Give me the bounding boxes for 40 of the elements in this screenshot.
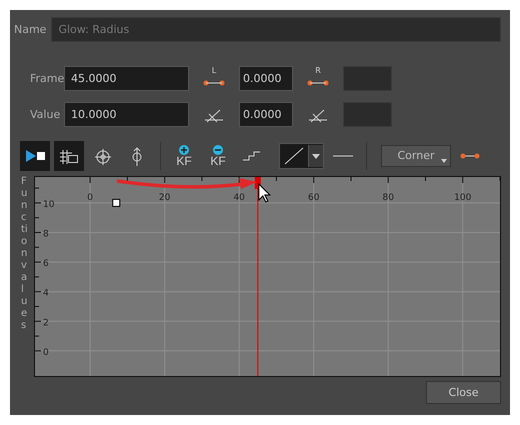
value-field[interactable]: 45.0000 bbox=[64, 66, 189, 91]
keyframe-point[interactable] bbox=[112, 198, 120, 207]
field-label: Value bbox=[30, 108, 62, 121]
number-field[interactable]: 0.0000 bbox=[239, 66, 293, 91]
name-field[interactable]: Glow: Radius bbox=[51, 17, 501, 42]
flat-line-icon bbox=[333, 154, 353, 156]
name-label: Name bbox=[14, 23, 46, 36]
tick-label: 6 bbox=[43, 259, 49, 270]
minus-icon bbox=[213, 144, 223, 154]
tick-label: 100 bbox=[454, 193, 472, 203]
grid-button[interactable] bbox=[54, 140, 84, 170]
interpolation-dropdown[interactable] bbox=[279, 142, 324, 168]
tick-label: 0 bbox=[43, 348, 49, 358]
corner-dropdown[interactable]: Corner bbox=[381, 144, 451, 166]
tick-label: 40 bbox=[233, 193, 245, 203]
axis-title: Function values bbox=[20, 176, 29, 333]
tick-label: 2 bbox=[43, 318, 49, 328]
field-label: Frame bbox=[30, 72, 64, 85]
keyframe-button[interactable]: KF bbox=[169, 140, 199, 170]
tick-label: 0 bbox=[87, 193, 93, 203]
number-field[interactable]: 0.0000 bbox=[239, 102, 293, 127]
cursor-icon bbox=[258, 182, 272, 203]
handle-icon bbox=[460, 152, 480, 158]
play-button[interactable] bbox=[20, 140, 50, 170]
number-field[interactable] bbox=[343, 102, 392, 127]
tick-label: 20 bbox=[158, 193, 170, 203]
tick-label: 60 bbox=[308, 193, 320, 203]
number-field[interactable] bbox=[343, 66, 392, 91]
keyframe-button[interactable]: KF bbox=[203, 140, 233, 170]
angle-icon bbox=[307, 106, 329, 122]
caret-icon bbox=[308, 144, 323, 166]
value-field[interactable]: 10.0000 bbox=[64, 102, 189, 127]
tick-label: 8 bbox=[43, 229, 49, 240]
close-button[interactable]: Close bbox=[426, 381, 501, 404]
caret-icon bbox=[441, 158, 447, 162]
tick-label: 10 bbox=[43, 200, 54, 210]
angle-icon bbox=[203, 106, 225, 122]
tick-label: 4 bbox=[43, 288, 49, 299]
tick-label: 80 bbox=[382, 193, 394, 203]
plus-icon bbox=[179, 144, 189, 154]
